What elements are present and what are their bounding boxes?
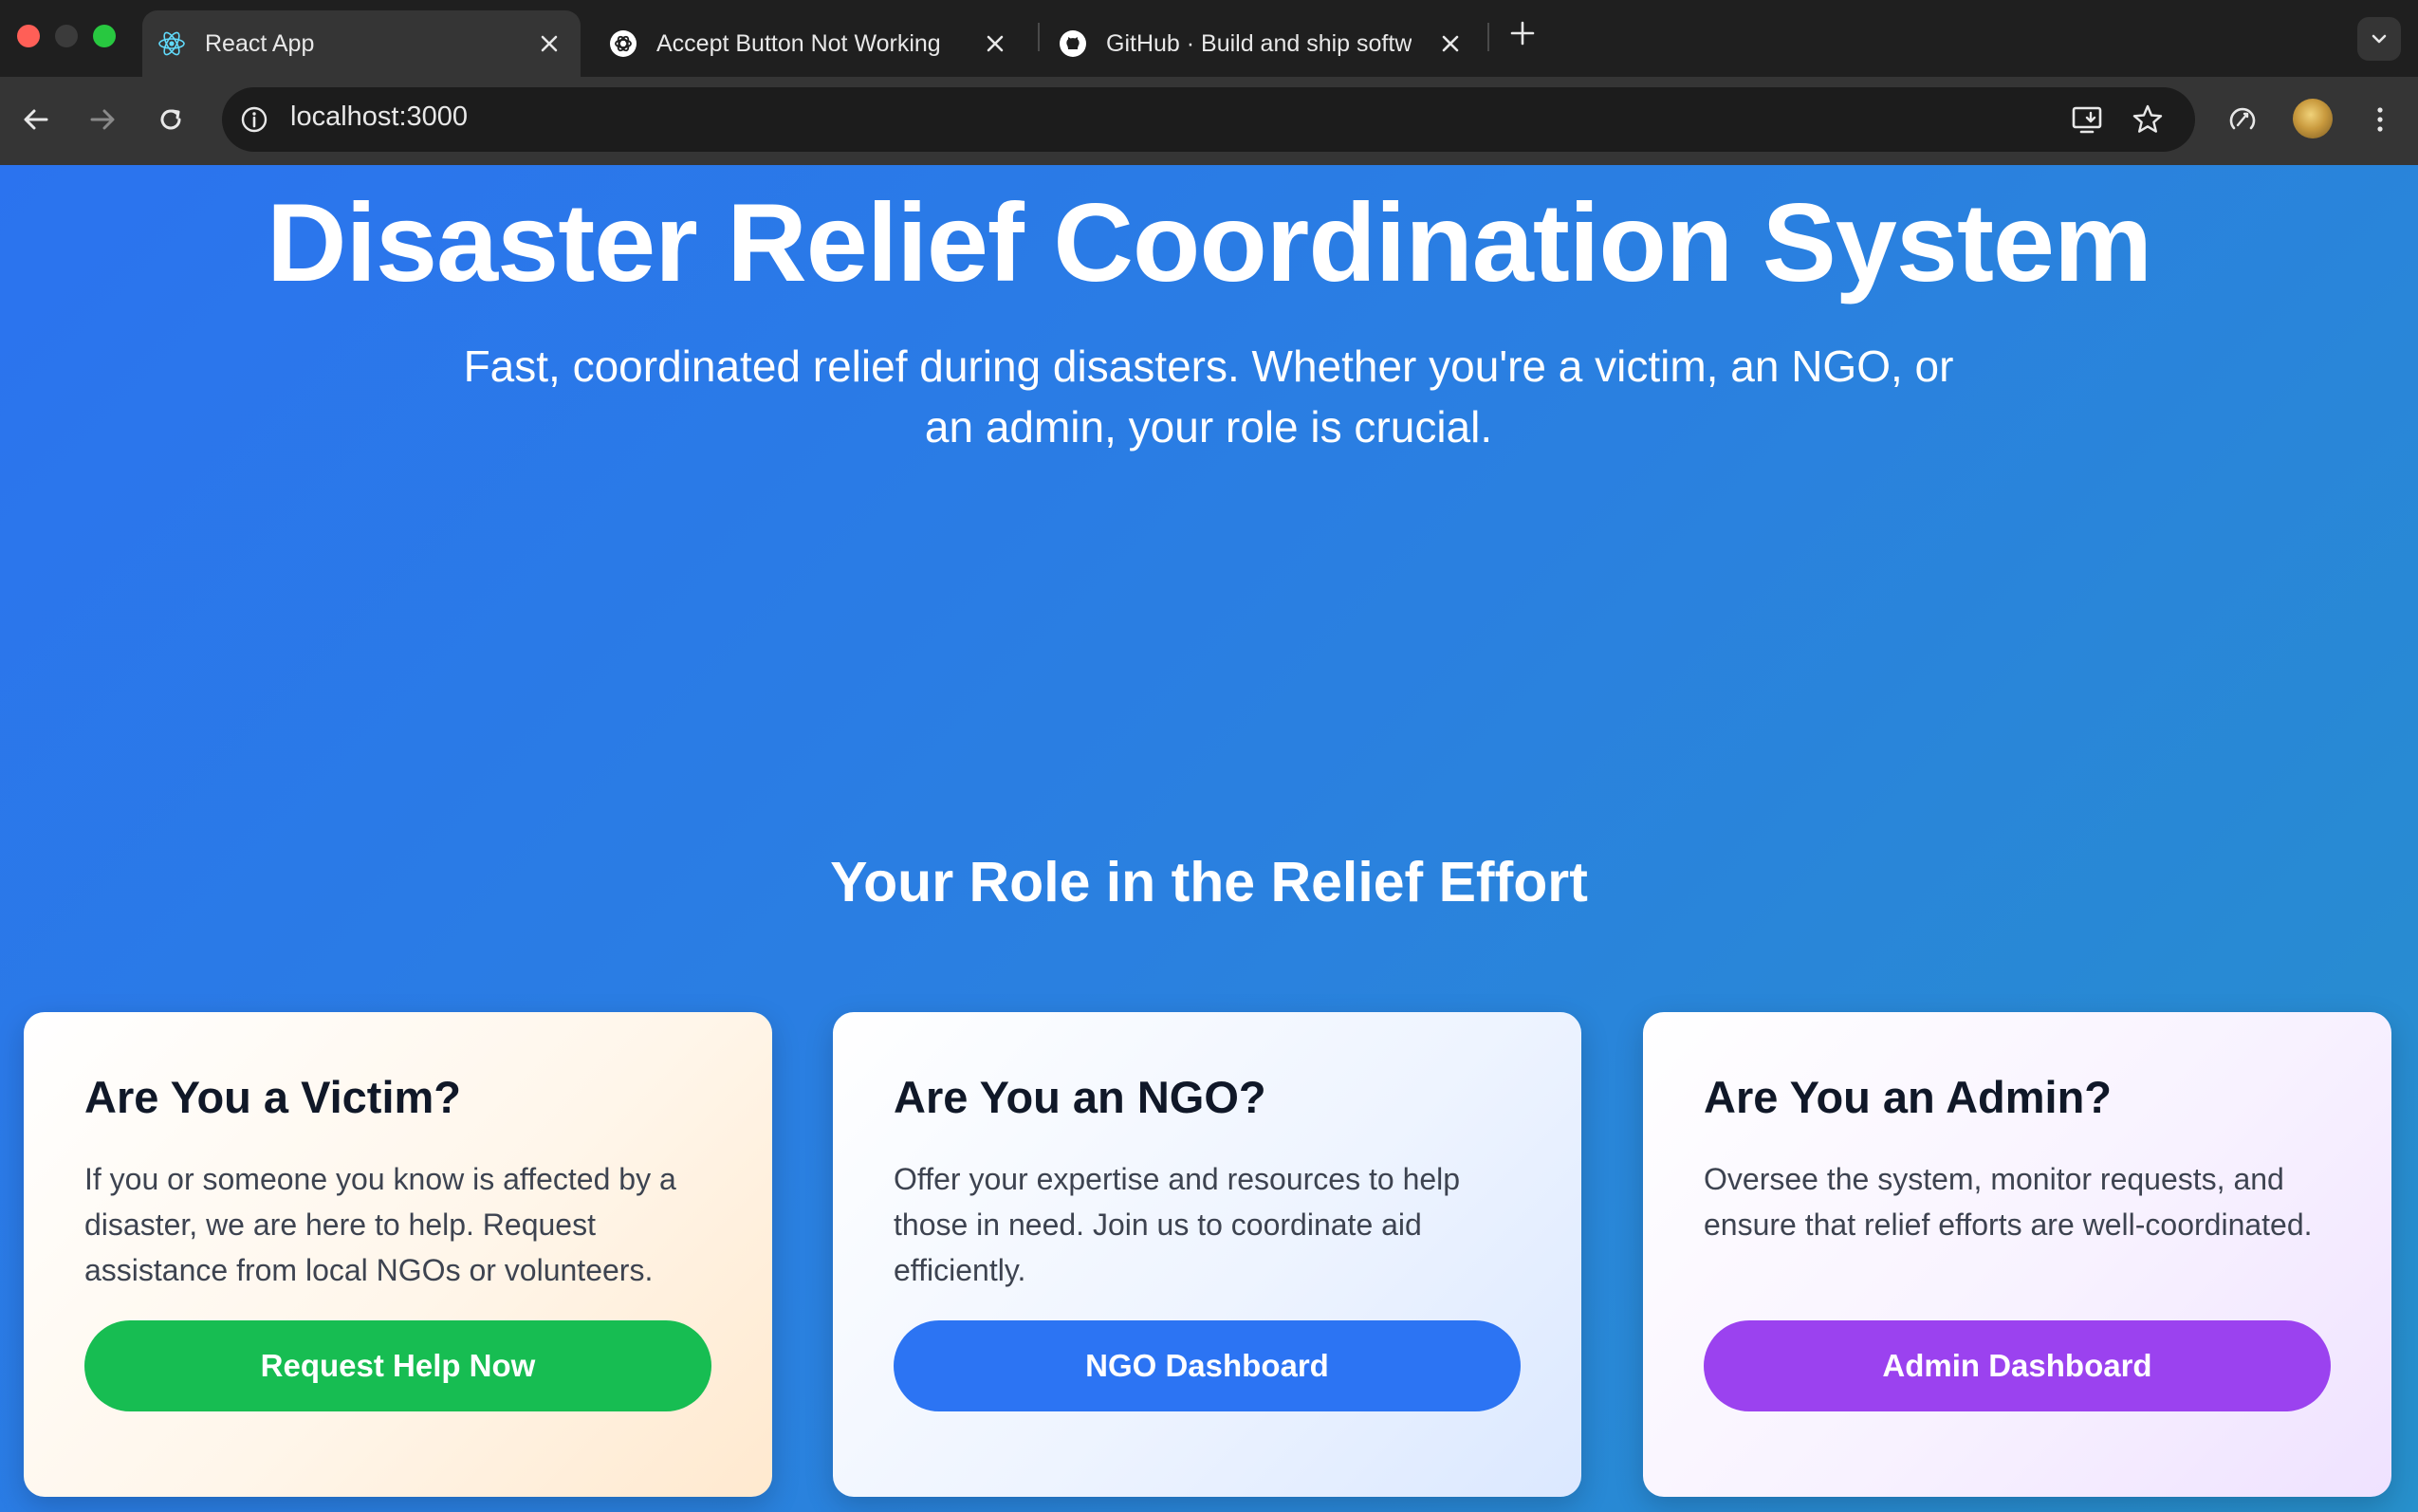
victim-card: Are You a Victim? If you or someone you … — [24, 1012, 772, 1497]
github-icon — [1059, 29, 1087, 58]
card-description: Oversee the system, monitor requests, an… — [1704, 1162, 2313, 1242]
card-title: Are You a Victim? — [84, 1072, 462, 1122]
back-button[interactable] — [17, 101, 55, 138]
card-description: If you or someone you know is affected b… — [84, 1162, 676, 1287]
site-info-icon[interactable] — [239, 104, 269, 135]
chatgpt-icon — [609, 29, 637, 58]
admin-card: Are You an Admin? Oversee the system, mo… — [1643, 1012, 2391, 1497]
card-description: Offer your expertise and resources to he… — [894, 1162, 1461, 1287]
close-tab-icon[interactable] — [537, 31, 562, 56]
close-tab-icon[interactable] — [983, 31, 1007, 56]
page-content: Disaster Relief Coordination System Fast… — [0, 165, 2418, 1512]
ngo-dashboard-button[interactable]: NGO Dashboard — [894, 1320, 1521, 1411]
close-tab-icon[interactable] — [1438, 31, 1463, 56]
tab-react-app[interactable]: React App — [142, 10, 581, 77]
ngo-card: Are You an NGO? Offer your expertise and… — [833, 1012, 1581, 1497]
tab-separator — [1487, 23, 1489, 51]
tab-title: GitHub · Build and ship softw — [1106, 29, 1412, 57]
admin-dashboard-button[interactable]: Admin Dashboard — [1704, 1320, 2331, 1411]
minimize-window-button[interactable] — [55, 25, 78, 47]
back-arrow-icon — [24, 109, 48, 130]
hero-subtitle: Fast, coordinated relief during disaster… — [463, 341, 1954, 452]
more-menu-icon[interactable] — [2362, 101, 2398, 138]
card-title: Are You an Admin? — [1704, 1072, 2112, 1122]
tab-search-button[interactable] — [2357, 17, 2401, 61]
profile-avatar[interactable] — [2293, 99, 2333, 138]
url-text[interactable]: localhost:3000 — [290, 101, 468, 133]
react-icon — [157, 29, 186, 58]
reload-icon — [160, 109, 181, 130]
section-title: Your Role in the Relief Effort — [830, 851, 1588, 913]
tab-strip: React App Accept Button Not Working GitH… — [0, 0, 2418, 77]
tab-github[interactable]: GitHub · Build and ship softw — [1043, 10, 1482, 77]
bookmark-star-icon[interactable] — [2130, 101, 2166, 138]
forward-arrow-icon — [90, 109, 115, 130]
tab-accept-button[interactable]: Accept Button Not Working — [594, 10, 1026, 77]
forward-button[interactable] — [83, 101, 121, 138]
chevron-down-icon — [2372, 34, 2387, 44]
hero-title: Disaster Relief Coordination System — [266, 180, 2152, 304]
card-title: Are You an NGO? — [894, 1072, 1266, 1122]
extension-icon[interactable] — [2224, 101, 2261, 138]
new-tab-button[interactable] — [1506, 17, 1539, 55]
address-bar[interactable] — [222, 87, 2195, 152]
tab-separator — [1038, 23, 1040, 51]
close-window-button[interactable] — [17, 25, 40, 47]
tab-title: React App — [205, 29, 315, 57]
request-help-button[interactable]: Request Help Now — [84, 1320, 711, 1411]
maximize-window-button[interactable] — [93, 25, 116, 47]
tab-title: Accept Button Not Working — [656, 29, 941, 57]
reload-button[interactable] — [152, 101, 190, 138]
install-app-icon[interactable] — [2069, 101, 2105, 138]
